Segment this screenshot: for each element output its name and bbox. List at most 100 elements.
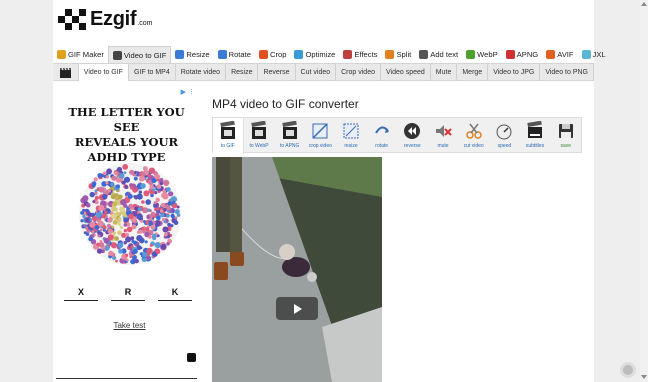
mute-icon <box>436 125 452 137</box>
nav-label: Effects <box>354 50 378 59</box>
nav-gif-maker[interactable]: GIF Maker <box>53 46 108 63</box>
tool-reverse[interactable]: reverse <box>397 118 428 154</box>
nav-icon <box>343 50 353 59</box>
subnav-crop-video[interactable]: Crop video <box>336 64 381 81</box>
tool-label: speed <box>497 143 512 149</box>
nav-icon <box>294 50 304 59</box>
settings-icon[interactable] <box>620 362 636 378</box>
nav-icon <box>505 50 515 59</box>
tool-to-webp[interactable]: to WebP <box>244 118 275 154</box>
tool-mute[interactable]: mute <box>428 118 459 154</box>
sub-nav: Video to GIF GIF to MP4 Rotate video Resize… <box>53 63 594 81</box>
scroll-up-icon[interactable] <box>641 2 647 6</box>
film-icon[interactable] <box>53 64 79 81</box>
nav-icon <box>419 50 429 59</box>
subnav-reverse[interactable]: Reverse <box>258 64 296 81</box>
nav-label: Optimize <box>305 50 336 59</box>
tool-subtitles[interactable]: subtitles <box>520 118 551 154</box>
nav-avif[interactable]: AVIF <box>542 46 577 63</box>
speed-icon <box>496 124 512 140</box>
nav-label: Split <box>396 50 412 59</box>
nav-label: Video to GIF <box>123 50 167 60</box>
nav-resize[interactable]: Resize <box>171 46 213 63</box>
nav-label: Add text <box>430 50 459 59</box>
nav-optimize[interactable]: Optimize <box>290 46 339 63</box>
color-blind-plate <box>79 163 181 265</box>
logo-text: Ezgif <box>90 8 137 30</box>
scissors-icon <box>465 123 482 139</box>
tool-crop-video[interactable]: crop video <box>305 118 336 154</box>
nav-webp[interactable]: WebP <box>462 46 502 63</box>
nav-icon <box>466 50 476 59</box>
logo-suffix: .com <box>137 20 153 27</box>
ad-badge-icon[interactable] <box>187 353 196 362</box>
subnav-video-speed[interactable]: Video speed <box>381 64 431 81</box>
subnav-video-to-jpg[interactable]: Video to JPG <box>488 64 541 81</box>
crop-icon <box>312 123 328 139</box>
tool-speed[interactable]: speed <box>489 118 520 154</box>
logo-icon <box>58 8 88 30</box>
film-icon <box>251 121 266 139</box>
nav-label: APNG <box>516 50 539 59</box>
nav-label: GIF Maker <box>68 50 104 59</box>
tool-to-gif[interactable]: to GIF <box>213 118 244 154</box>
take-test-link[interactable]: Take test <box>56 321 203 330</box>
subnav-merge[interactable]: Merge <box>457 64 489 81</box>
subnav-gif-to-mp4[interactable]: GIF to MP4 <box>129 64 176 81</box>
nav-effects[interactable]: Effects <box>339 46 381 63</box>
tool-label: resize <box>344 143 358 149</box>
video-frame <box>212 157 382 382</box>
subtitles-icon <box>527 121 543 138</box>
play-button[interactable] <box>276 297 318 320</box>
resize-icon <box>343 123 359 139</box>
ad-options: X R K <box>64 287 192 301</box>
film-icon <box>220 121 235 139</box>
page-content: Ezgif .com GIF Maker Video to GIF Resize Ro… <box>53 0 606 382</box>
page-title: MP4 video to GIF converter <box>212 97 359 111</box>
scroll-down-icon[interactable] <box>641 375 647 379</box>
tool-cut-video[interactable]: cut video <box>458 118 489 154</box>
subnav-rotate-video[interactable]: Rotate video <box>176 64 227 81</box>
tool-label: to APNG <box>279 143 300 149</box>
nav-label: Resize <box>186 50 210 59</box>
ad-option-x[interactable]: X <box>64 287 98 301</box>
nav-icon <box>258 50 268 59</box>
nav-jxl[interactable]: JXL <box>578 46 610 63</box>
tool-rotate[interactable]: rotate <box>366 118 397 154</box>
tool-label: cut video <box>463 143 484 149</box>
nav-label: Crop <box>269 50 287 59</box>
subnav-cut-video[interactable]: Cut video <box>296 64 337 81</box>
reverse-icon <box>404 123 421 139</box>
nav-crop[interactable]: Crop <box>255 46 290 63</box>
ezgif-logo[interactable]: Ezgif .com <box>58 8 152 30</box>
scrollbar[interactable] <box>640 0 648 382</box>
ad-choices-icon[interactable]: ▶ ⋮ <box>181 88 195 96</box>
tool-resize[interactable]: resize <box>336 118 367 154</box>
nav-rotate[interactable]: Rotate <box>214 46 255 63</box>
nav-split[interactable]: Split <box>381 46 415 63</box>
nav-add-text[interactable]: Add text <box>415 46 462 63</box>
nav-label: AVIF <box>557 50 574 59</box>
tool-save[interactable]: save <box>550 118 581 154</box>
subnav-video-to-png[interactable]: Video to PNG <box>540 64 594 81</box>
nav-icon <box>581 50 591 59</box>
main-nav: GIF Maker Video to GIF Resize Rotate Crop Opt… <box>53 46 610 63</box>
nav-icon <box>175 50 185 59</box>
ad-option-r[interactable]: R <box>111 287 145 301</box>
nav-icon <box>57 50 66 59</box>
advertisement[interactable]: ▶ ⋮ THE LETTER YOU SEE REVEALS YOUR ADHD… <box>56 86 197 382</box>
nav-apng[interactable]: APNG <box>502 46 543 63</box>
ad-divider <box>56 378 197 382</box>
subnav-video-to-gif[interactable]: Video to GIF <box>78 64 129 81</box>
tool-label: reverse <box>404 143 421 149</box>
subnav-mute[interactable]: Mute <box>431 64 458 81</box>
subnav-resize[interactable]: Resize <box>226 64 259 81</box>
tool-label: to WebP <box>249 143 269 149</box>
ad-option-k[interactable]: K <box>158 287 192 301</box>
nav-icon <box>385 50 395 59</box>
nav-video-to-gif[interactable]: Video to GIF <box>107 46 172 63</box>
save-icon <box>558 124 573 138</box>
video-preview[interactable] <box>212 157 382 382</box>
tool-label: save <box>560 143 571 149</box>
tool-to-apng[interactable]: to APNG <box>274 118 305 154</box>
